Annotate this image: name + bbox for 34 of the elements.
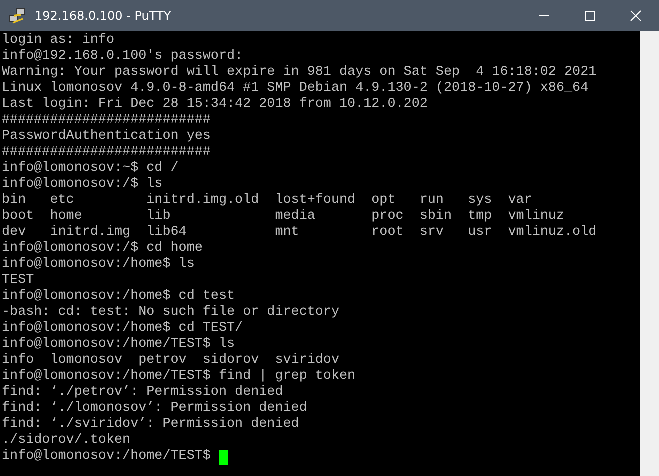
maximize-icon — [584, 10, 596, 22]
terminal-line: ./sidorov/.token — [2, 433, 131, 449]
terminal-line: find: ‘./lomonosov’: Permission denied — [2, 401, 308, 417]
close-icon — [630, 10, 642, 22]
terminal-line: PasswordAuthentication yes — [2, 129, 211, 145]
terminal-line: info@lomonosov:/$ ls — [2, 177, 163, 193]
terminal-line: Warning: Your password will expire in 981 days on Sat Sep 4 16:18:02 2021 — [2, 65, 597, 81]
terminal-line: find: ‘./sviridov’: Permission denied — [2, 417, 300, 433]
terminal-line: info@lomonosov:/home$ cd test — [2, 289, 236, 305]
computers-icon — [9, 6, 27, 24]
terminal-line: info@lomonosov:/home/TEST$ find | grep token — [2, 369, 356, 385]
terminal-line: info@lomonosov:/home$ cd TEST/ — [2, 321, 244, 337]
terminal-line: info lomonosov petrov sidorov sviridov — [2, 353, 340, 369]
text-cursor — [218, 450, 228, 464]
terminal-line: info@192.168.0.100's password: — [2, 49, 244, 65]
terminal-line: info@lomonosov:/home/TEST$ ls — [2, 337, 236, 353]
terminal-line: login as: info — [2, 33, 114, 49]
terminal-line: dev initrd.img lib64 mnt root srv usr vmlinuz.old — [2, 225, 597, 241]
terminal-line: TEST — [2, 273, 34, 289]
terminal-line: -bash: cd: test: No such file or directory — [2, 305, 340, 321]
terminal-line: ########################## — [2, 145, 211, 161]
terminal-line: info@lomonosov:/home$ ls — [2, 257, 195, 273]
scrollbar[interactable] — [640, 31, 659, 476]
terminal-line: boot home lib media proc sbin tmp vmlinuz — [2, 209, 564, 225]
minimize-icon — [539, 15, 549, 16]
terminal-line: info@lomonosov:/home/TEST$ — [2, 449, 211, 465]
terminal-line: find: ‘./petrov’: Permission denied — [2, 385, 284, 401]
window-title: 192.168.0.100 - PuTTY — [35, 8, 172, 22]
terminal-line: Linux lomonosov 4.9.0-8-amd64 #1 SMP Debian 4.9.130-2 (2018-10-27) x86_64 — [2, 81, 589, 97]
terminal-line: info@lomonosov:/$ cd home — [2, 241, 203, 257]
terminal-line: Last login: Fri Dec 28 15:34:42 2018 from 10.12.0.202 — [2, 97, 428, 113]
terminal-line: info@lomonosov:~$ cd / — [2, 161, 179, 177]
terminal-line: bin etc initrd.img.old lost+found opt run sys var — [2, 193, 532, 209]
terminal-line: ########################## — [2, 113, 211, 129]
